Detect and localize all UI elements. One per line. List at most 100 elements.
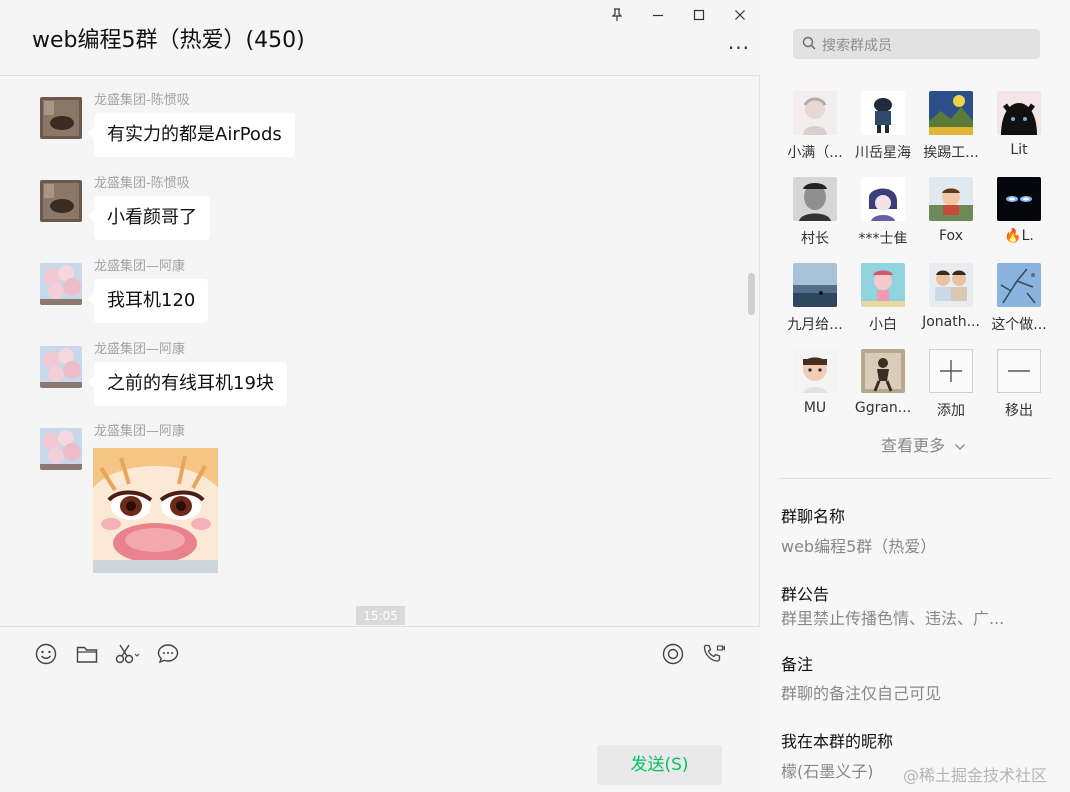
member-item[interactable]: 这个做... (985, 263, 1053, 343)
my-nickname-label: 我在本群的昵称 (781, 732, 894, 751)
composer[interactable]: 发送(S) (0, 626, 760, 792)
member-name: 挨踢工... (923, 145, 979, 161)
chevron-down-icon (955, 444, 966, 450)
member-name: 🔥L. (1004, 228, 1034, 244)
avatar (861, 177, 905, 221)
search-placeholder: 搜索群成员 (822, 38, 892, 54)
call-icon[interactable] (701, 641, 727, 667)
member-name: 小满（... (787, 145, 843, 161)
add-member-button[interactable]: 添加 (917, 349, 985, 429)
member-name: 这个做... (991, 317, 1047, 333)
avatar (793, 91, 837, 135)
avatar (997, 263, 1041, 307)
member-name: ***士隹 (858, 231, 908, 247)
member-search-input[interactable]: 搜索群成员 (793, 29, 1040, 59)
minus-icon (997, 349, 1041, 393)
message-bubble[interactable]: 我耳机120 (87, 279, 209, 323)
member-name: 小白 (869, 317, 897, 333)
chat-record-icon[interactable] (155, 641, 181, 667)
see-more-link[interactable]: 查看更多 (881, 432, 966, 456)
message-bubble[interactable]: 小看颜哥了 (88, 196, 210, 240)
member-name: Fox (939, 228, 963, 244)
folder-icon[interactable] (74, 641, 100, 667)
maximize-icon[interactable] (678, 0, 719, 30)
member-name: MU (803, 400, 827, 416)
avatar (997, 177, 1041, 221)
window-controls (596, 0, 760, 30)
close-icon[interactable] (719, 0, 760, 30)
sender-name: 龙盛集团—阿康 (94, 259, 186, 274)
avatar (793, 349, 837, 393)
live-icon[interactable] (660, 641, 686, 667)
watermark: @稀土掘金技术社区 (903, 766, 1048, 785)
member-item[interactable]: 小满（... (781, 91, 849, 171)
plus-icon (929, 349, 973, 393)
avatar (861, 263, 905, 307)
message-bubble[interactable]: 有实力的都是AirPods (88, 113, 295, 157)
member-item[interactable]: Lit (985, 91, 1053, 171)
remark-label: 备注 (781, 655, 814, 674)
member-name: 川岳星海 (855, 145, 911, 161)
member-name: Lit (1010, 142, 1028, 158)
member-item[interactable]: 村长 (781, 177, 849, 257)
group-name-label: 群聊名称 (781, 507, 846, 526)
sender-name: 龙盛集团-陈惯吸 (94, 176, 190, 191)
add-member-label: 添加 (937, 403, 965, 419)
avatar[interactable] (40, 346, 82, 388)
avatar[interactable] (40, 97, 82, 139)
message-list[interactable]: 龙盛集团-陈惯吸 有实力的都是AirPods 龙盛集团-陈惯吸 小看颜哥了 龙盛… (0, 77, 760, 625)
member-name: 村长 (801, 231, 829, 247)
more-options-button[interactable]: ··· (728, 36, 750, 60)
my-nickname-value[interactable]: 檬(石墨义子) (781, 758, 874, 782)
group-notice-value[interactable]: 群里禁止传播色情、违法、广... (781, 605, 1004, 629)
member-item[interactable]: Ggran... (849, 349, 917, 429)
avatar (997, 91, 1041, 135)
chat-header: web编程5群（热爱）(450) ··· (0, 0, 760, 76)
minimize-icon[interactable] (637, 0, 678, 30)
member-item[interactable]: 九月给... (781, 263, 849, 343)
group-notice-label: 群公告 (781, 585, 830, 604)
member-item[interactable]: MU (781, 349, 849, 429)
sender-name: 龙盛集团—阿康 (94, 342, 186, 357)
member-item[interactable]: 小白 (849, 263, 917, 343)
member-item[interactable]: 挨踢工... (917, 91, 985, 171)
pin-icon[interactable] (596, 0, 637, 30)
chat-pane: web编程5群（热爱）(450) ··· 龙盛集团-陈惯吸 有实力的都是AirP… (0, 0, 760, 792)
send-button[interactable]: 发送(S) (597, 745, 722, 785)
scrollbar[interactable] (748, 273, 755, 315)
emoji-icon[interactable] (33, 641, 59, 667)
avatar (861, 349, 905, 393)
message-bubble[interactable]: 之前的有线耳机19块 (88, 362, 287, 406)
fire-icon: 🔥 (1004, 228, 1022, 244)
member-item[interactable]: 🔥L. (985, 177, 1053, 257)
group-info-panel: 搜索群成员 小满（... 川岳星海 挨踢工... Lit 村长 ***士隹 Fo… (761, 0, 1070, 792)
scissors-icon[interactable] (114, 641, 140, 667)
member-item[interactable]: 川岳星海 (849, 91, 917, 171)
member-name: 九月给... (787, 317, 843, 333)
group-name-value[interactable]: web编程5群（热爱） (781, 533, 936, 557)
crying-anime-sticker[interactable] (93, 448, 218, 573)
remark-value[interactable]: 群聊的备注仅自己可见 (781, 680, 941, 704)
avatar (929, 263, 973, 307)
avatar[interactable] (40, 263, 82, 305)
member-name: Jonath... (922, 314, 980, 330)
avatar (793, 263, 837, 307)
member-name: Ggran... (854, 400, 912, 416)
avatar[interactable] (40, 180, 82, 222)
sender-name: 龙盛集团—阿康 (94, 424, 186, 439)
time-divider: 15:05 (356, 606, 405, 625)
avatar (861, 91, 905, 135)
avatar[interactable] (40, 428, 82, 470)
divider (779, 478, 1051, 479)
member-item[interactable]: Jonath... (917, 263, 985, 343)
member-item[interactable]: Fox (917, 177, 985, 257)
sender-name: 龙盛集团-陈惯吸 (94, 93, 190, 108)
chat-title: web编程5群（热爱）(450) (32, 28, 305, 53)
avatar (929, 177, 973, 221)
remove-member-label: 移出 (1005, 403, 1033, 419)
remove-member-button[interactable]: 移出 (985, 349, 1053, 429)
avatar (929, 91, 973, 135)
member-item[interactable]: ***士隹 (849, 177, 917, 257)
search-icon (802, 36, 816, 50)
avatar (793, 177, 837, 221)
